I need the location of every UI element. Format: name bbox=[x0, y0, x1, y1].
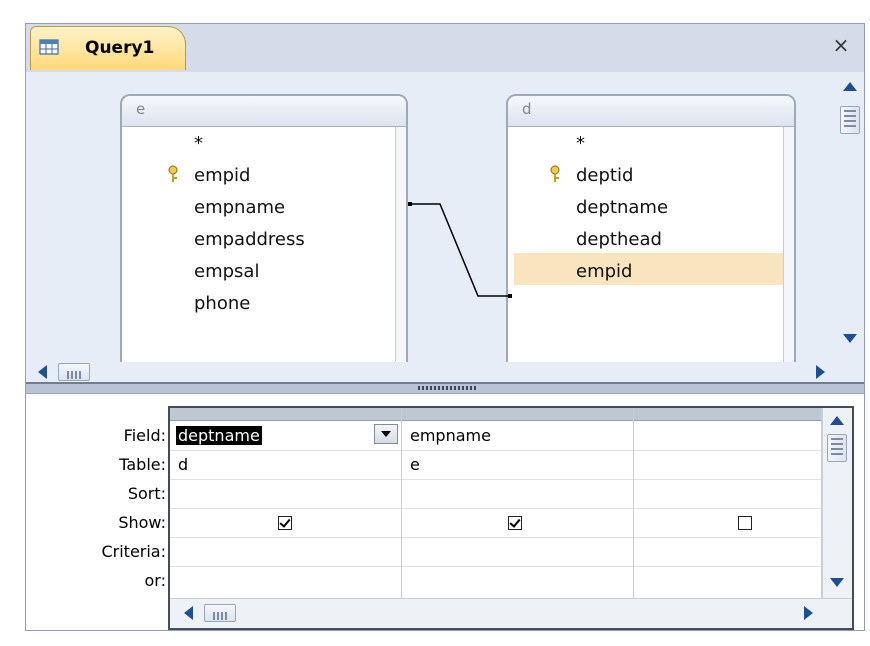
scroll-down-icon[interactable] bbox=[830, 578, 844, 587]
scroll-up-icon[interactable] bbox=[830, 416, 844, 425]
field-item-empid[interactable]: empid bbox=[194, 165, 250, 186]
scroll-thumb[interactable] bbox=[827, 434, 847, 462]
tab-query1[interactable]: Query1 bbox=[30, 26, 186, 70]
row-label-show: Show: bbox=[118, 513, 166, 532]
field-cell[interactable]: empname bbox=[410, 426, 491, 445]
horizontal-scrollbar[interactable] bbox=[26, 362, 864, 382]
scroll-right-icon[interactable] bbox=[804, 606, 813, 620]
grid-horizontal-scrollbar[interactable] bbox=[170, 598, 852, 628]
field-item-deptid[interactable]: deptid bbox=[576, 165, 633, 186]
show-checkbox[interactable] bbox=[508, 516, 522, 530]
table-pane: e * empid empname empaddress empsal phon… bbox=[26, 72, 864, 382]
show-checkbox[interactable] bbox=[738, 516, 752, 530]
field-highlight bbox=[514, 253, 788, 285]
scroll-down-icon[interactable] bbox=[843, 334, 857, 343]
scroll-up-icon[interactable] bbox=[843, 82, 857, 91]
field-item-phone[interactable]: phone bbox=[194, 293, 250, 314]
dropdown-arrow-icon[interactable] bbox=[374, 424, 398, 444]
table-name: d bbox=[522, 100, 532, 118]
splitter-grip[interactable] bbox=[418, 386, 478, 390]
primary-key-icon bbox=[550, 165, 560, 182]
field-cell[interactable]: deptname bbox=[176, 426, 262, 445]
relationship-line[interactable] bbox=[406, 192, 516, 302]
field-item-all[interactable]: * bbox=[194, 133, 203, 154]
page-margin bbox=[0, 632, 870, 646]
row-label-criteria: Criteria: bbox=[101, 542, 166, 561]
table-title-bar[interactable]: e bbox=[122, 96, 406, 127]
field-list: * empid empname empaddress empsal phone bbox=[122, 127, 396, 364]
query-designer-window: Query1 × e * empid empname empaddress em… bbox=[25, 23, 865, 631]
table-cell[interactable]: e bbox=[410, 455, 420, 474]
query-design-grid: deptname d empname e bbox=[168, 406, 854, 630]
scroll-thumb[interactable] bbox=[58, 363, 90, 381]
table-scrollbar[interactable] bbox=[783, 127, 794, 364]
document-tab-bar: Query1 × bbox=[26, 24, 864, 73]
table-name: e bbox=[136, 100, 146, 118]
scroll-left-icon[interactable] bbox=[38, 365, 47, 379]
scroll-left-icon[interactable] bbox=[184, 606, 193, 620]
scroll-thumb[interactable] bbox=[840, 106, 860, 134]
field-list: * deptid deptname depthead empid bbox=[508, 127, 788, 364]
tab-title: Query1 bbox=[85, 38, 155, 58]
scroll-thumb[interactable] bbox=[204, 604, 236, 622]
close-icon[interactable]: × bbox=[826, 30, 856, 60]
field-item-deptname[interactable]: deptname bbox=[576, 197, 668, 218]
field-item-empid[interactable]: empid bbox=[576, 261, 632, 282]
table-cell[interactable]: d bbox=[178, 455, 188, 474]
field-item-empsal[interactable]: empsal bbox=[194, 261, 259, 282]
design-grid-pane: Field: Table: Sort: Show: Criteria: or: … bbox=[26, 394, 864, 630]
field-item-empname[interactable]: empname bbox=[194, 197, 285, 218]
field-item-empaddress[interactable]: empaddress bbox=[194, 229, 305, 250]
scroll-right-icon[interactable] bbox=[816, 365, 825, 379]
row-label-table: Table: bbox=[119, 455, 166, 474]
field-item-all[interactable]: * bbox=[576, 133, 585, 154]
table-box-e[interactable]: e * empid empname empaddress empsal phon… bbox=[120, 94, 408, 366]
row-label-or: or: bbox=[144, 571, 166, 590]
query-icon bbox=[39, 39, 59, 55]
grid-column-1[interactable]: deptname d bbox=[170, 408, 402, 598]
row-label-field: Field: bbox=[123, 426, 166, 445]
grid-column-3[interactable] bbox=[634, 408, 822, 598]
row-label-sort: Sort: bbox=[127, 484, 166, 503]
pane-splitter[interactable] bbox=[26, 382, 864, 394]
field-item-depthead[interactable]: depthead bbox=[576, 229, 662, 250]
primary-key-icon bbox=[168, 165, 178, 182]
grid-vertical-scrollbar[interactable] bbox=[822, 408, 852, 598]
show-checkbox[interactable] bbox=[278, 516, 292, 530]
table-box-d[interactable]: d * deptid deptname depthead empid bbox=[506, 94, 796, 366]
vertical-scrollbar[interactable] bbox=[836, 72, 864, 362]
table-scrollbar[interactable] bbox=[395, 127, 406, 364]
table-title-bar[interactable]: d bbox=[508, 96, 794, 127]
grid-column-2[interactable]: empname e bbox=[402, 408, 634, 598]
